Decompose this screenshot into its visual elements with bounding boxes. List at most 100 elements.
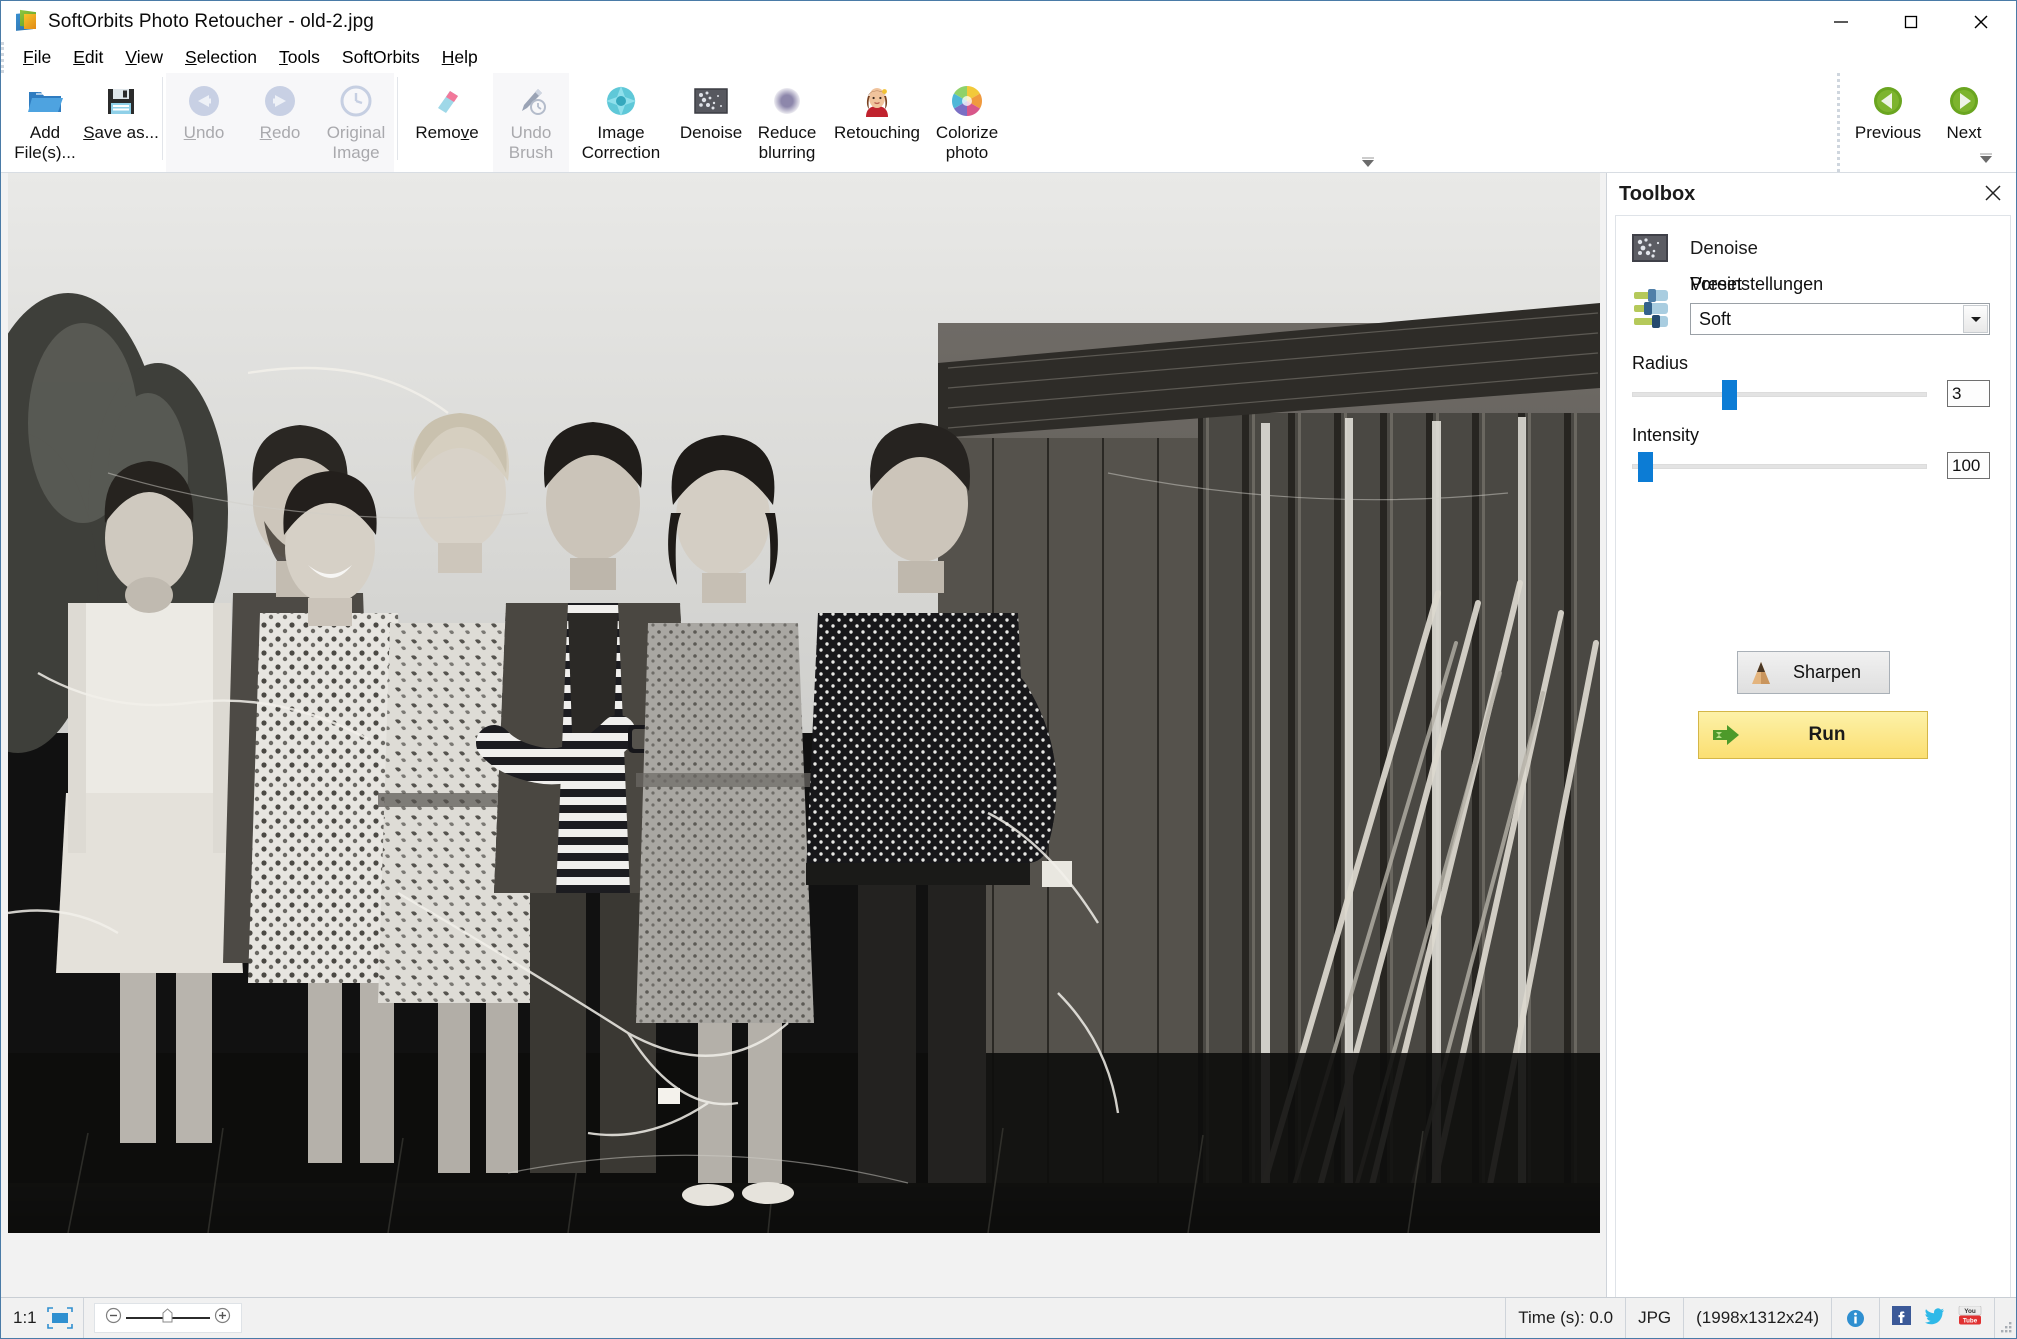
- minimize-icon[interactable]: [1806, 1, 1876, 42]
- redo-button[interactable]: Redo: [242, 73, 318, 143]
- preset-label-de: Voreinstellungen: [1690, 274, 1824, 294]
- preset-select[interactable]: Soft: [1690, 303, 1990, 335]
- undo-brush-label: Undo Brush: [508, 123, 554, 163]
- sliders-preset-icon: [1632, 286, 1672, 330]
- youtube-icon[interactable]: You Tube: [1958, 1305, 1982, 1330]
- radius-label: Radius: [1632, 353, 1689, 373]
- menu-item-tools[interactable]: Tools: [268, 45, 331, 70]
- window-title: SoftOrbits Photo Retoucher - old-2.jpg: [48, 10, 374, 32]
- intensity-slider-thumb[interactable]: [1638, 451, 1654, 482]
- zoom-out-icon[interactable]: [105, 1307, 122, 1329]
- intensity-slider-track[interactable]: [1632, 463, 1927, 469]
- ribbon-group-history: Undo Redo Original Image: [166, 73, 394, 172]
- maximize-icon[interactable]: [1876, 1, 1946, 42]
- image-dimensions: (1998x1312x24): [1684, 1298, 1832, 1338]
- svg-text:You: You: [1964, 1308, 1976, 1315]
- retouching-button[interactable]: Retouching: [825, 73, 929, 143]
- run-label: Run: [1808, 724, 1846, 745]
- reduce-blurring-button[interactable]: Reduce blurring: [749, 73, 825, 163]
- image-correction-button[interactable]: Image Correction: [569, 73, 673, 163]
- blur-circle-icon: [768, 82, 806, 120]
- application-window: SoftOrbits Photo Retoucher - old-2.jpg F…: [0, 0, 2017, 1339]
- save-as-button[interactable]: Save as...: [83, 73, 159, 143]
- menu-bar: File Edit View Selection Tools SoftOrbit…: [1, 42, 2016, 73]
- radius-slider-thumb[interactable]: [1722, 379, 1738, 410]
- close-icon[interactable]: [1982, 182, 2004, 204]
- color-gem-icon: [602, 82, 640, 120]
- ribbon-expand-icon[interactable]: [1360, 156, 1376, 170]
- original-image-button[interactable]: Original Image: [318, 73, 394, 163]
- radius-slider-track[interactable]: [1632, 391, 1927, 397]
- chevron-down-icon[interactable]: [1963, 305, 1988, 333]
- green-left-arrow-icon: [1869, 82, 1907, 120]
- photo-preview[interactable]: [8, 173, 1600, 1233]
- sharpen-button[interactable]: Sharpen: [1736, 651, 1890, 694]
- add-files-button[interactable]: Add File(s)...: [7, 73, 83, 163]
- colorize-photo-button[interactable]: Colorize photo: [929, 73, 1005, 163]
- facebook-icon[interactable]: [1892, 1306, 1911, 1330]
- menu-item-selection[interactable]: Selection: [174, 45, 268, 70]
- ribbon-group-effects: Image Correction Denoise Reduce blurring…: [569, 73, 1005, 172]
- radius-value-input[interactable]: 3: [1947, 380, 1990, 407]
- save-as-label: Save as...: [83, 123, 159, 142]
- ribbon-collapse-icon[interactable]: [1978, 152, 1994, 164]
- remove-button[interactable]: Remove: [401, 73, 493, 143]
- info-icon[interactable]: [1832, 1298, 1880, 1338]
- intensity-value-input[interactable]: 100: [1947, 452, 1990, 479]
- preset-row: Preset Voreinstellungen Soft: [1616, 262, 2010, 335]
- file-format: JPG: [1626, 1298, 1685, 1338]
- zoom-ratio-label[interactable]: 1:1: [1, 1298, 45, 1338]
- svg-text:Tube: Tube: [1963, 1318, 1978, 1325]
- intensity-label: Intensity: [1632, 425, 1700, 445]
- softorbits-logo-icon: [16, 9, 38, 33]
- denoise-button[interactable]: Denoise: [673, 73, 749, 143]
- status-spacer: [242, 1298, 1506, 1338]
- reduce-blurring-label: Reduce blurring: [757, 123, 817, 163]
- menu-item-softorbits[interactable]: SoftOrbits: [331, 45, 431, 70]
- eraser-icon: [428, 82, 466, 120]
- zoom-slider[interactable]: [93, 1303, 242, 1333]
- image-canvas[interactable]: [1, 173, 1607, 1297]
- radius-slider-block: Radius 3: [1616, 353, 2010, 410]
- menu-item-view[interactable]: View: [114, 45, 174, 70]
- preset-selected-value: Soft: [1699, 308, 1732, 329]
- undo-button[interactable]: Undo: [166, 73, 242, 143]
- ribbon-group-navigation: Previous Next: [1837, 73, 2002, 172]
- menu-item-help[interactable]: Help: [431, 45, 489, 70]
- toolbox-panel: Toolbox Denoise Preset Voreinstellungen …: [1607, 173, 2016, 1297]
- status-bar: 1:1 Time (s): 0.0 JPG (1998x1312x24) You…: [1, 1297, 2016, 1338]
- undo-arrow-icon: [185, 82, 223, 120]
- menu-item-file[interactable]: File: [12, 45, 62, 70]
- run-button[interactable]: Run: [1698, 711, 1928, 759]
- ribbon-divider: [397, 77, 398, 160]
- close-icon[interactable]: [1946, 1, 2016, 42]
- sharpen-label: Sharpen: [1792, 662, 1862, 682]
- undo-brush-button[interactable]: Undo Brush: [493, 73, 569, 163]
- fit-to-window-icon[interactable]: [45, 1298, 84, 1338]
- original-image-label: Original Image: [326, 123, 386, 163]
- zoom-in-icon[interactable]: [214, 1307, 231, 1329]
- floppy-save-icon: [102, 82, 140, 120]
- ribbon-group-remove: Remove: [401, 73, 493, 172]
- twitter-icon[interactable]: [1924, 1306, 1945, 1330]
- add-files-label: Add File(s)...: [14, 123, 76, 163]
- intensity-slider[interactable]: [1632, 451, 1933, 482]
- zoom-slider-handle-icon[interactable]: [162, 1308, 173, 1328]
- radius-slider[interactable]: [1632, 379, 1933, 410]
- brush-undo-icon: [512, 82, 550, 120]
- colorize-photo-label: Colorize photo: [935, 123, 999, 163]
- main-body: Toolbox Denoise Preset Voreinstellungen …: [1, 173, 2016, 1297]
- sharpen-cone-icon: [1748, 660, 1774, 686]
- green-right-arrow-icon: [1945, 82, 1983, 120]
- preset-label-overlap: Preset Voreinstellungen: [1690, 274, 1990, 298]
- status-right-group: Time (s): 0.0 JPG (1998x1312x24) You Tub…: [1505, 1298, 2016, 1338]
- next-button[interactable]: Next: [1926, 73, 2002, 143]
- menu-item-edit[interactable]: Edit: [62, 45, 114, 70]
- social-links: You Tube: [1880, 1298, 1995, 1338]
- toolbox-content: Denoise Preset Voreinstellungen Soft Rad…: [1615, 215, 2011, 1297]
- resize-grip-icon[interactable]: [1995, 1298, 2016, 1338]
- processing-time: Time (s): 0.0: [1505, 1298, 1627, 1338]
- denoise-label: Denoise: [679, 123, 743, 142]
- previous-button[interactable]: Previous: [1850, 73, 1926, 143]
- green-run-arrow-icon: [1711, 724, 1741, 746]
